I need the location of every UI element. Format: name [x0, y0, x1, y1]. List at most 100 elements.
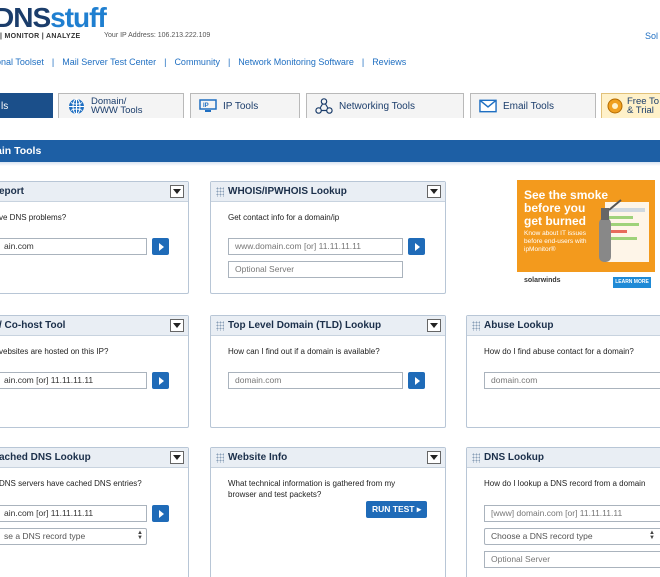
- run-test-button[interactable]: RUN TEST ▸: [366, 501, 428, 518]
- gear-icon: [606, 97, 624, 115]
- card-title: WHOIS/IPWHOIS Lookup: [228, 186, 347, 197]
- card-header: [0, 182, 188, 202]
- optional-server-input[interactable]: Optional Server: [484, 551, 660, 568]
- domain-input[interactable]: domain.com: [484, 372, 660, 389]
- logo-text: DNS: [0, 2, 51, 33]
- go-button[interactable]: [152, 238, 169, 255]
- card-menu-button[interactable]: [427, 319, 441, 332]
- chevron-down-icon: [173, 189, 181, 194]
- card-title: eport: [0, 186, 24, 197]
- domain-input[interactable]: ain.com: [0, 238, 147, 255]
- card-menu-button[interactable]: [170, 319, 184, 332]
- section-title: ain Tools: [0, 145, 42, 157]
- record-type-select[interactable]: se a DNS record type ▲ ▼: [0, 528, 147, 545]
- drag-handle-icon[interactable]: [472, 321, 480, 331]
- card-question: How do I find abuse contact for a domain…: [484, 347, 634, 356]
- card-question: Get contact info for a domain/ip: [228, 213, 340, 222]
- chevron-down-icon: [430, 323, 438, 328]
- nav-link-reviews[interactable]: Reviews: [372, 57, 406, 67]
- domain-ip-input[interactable]: ain.com [or] 11.11.11.11: [0, 505, 147, 522]
- domain-ip-input[interactable]: www.domain.com [or] 11.11.11.11: [228, 238, 403, 255]
- chevron-down-icon: [173, 455, 181, 460]
- section-title-bar: ain Tools: [0, 140, 660, 162]
- card-title: / Co-host Tool: [0, 320, 66, 331]
- go-button[interactable]: [152, 505, 169, 522]
- card-menu-button[interactable]: [170, 451, 184, 464]
- select-value: Choose a DNS record type: [491, 531, 593, 541]
- logo[interactable]: DNSstuff: [0, 2, 107, 34]
- card-question: What technical information is gathered f…: [228, 479, 396, 499]
- play-icon: ▸: [416, 504, 422, 514]
- card-menu-button[interactable]: [427, 185, 441, 198]
- drag-handle-icon[interactable]: [216, 321, 224, 331]
- go-button[interactable]: [408, 238, 425, 255]
- play-icon: [159, 242, 164, 251]
- card-dns-report: eport ve DNS problems? ain.com: [0, 181, 189, 294]
- card-title: DNS Lookup: [484, 452, 544, 463]
- tab-free-tools-trials[interactable]: Free To & Trial: [601, 93, 660, 118]
- card-abuse-lookup: Abuse Lookup How do I find abuse contact…: [466, 315, 660, 428]
- tab-networking-tools[interactable]: Networking Tools: [306, 93, 464, 118]
- card-cached-dns-lookup: ached DNS Lookup DNS servers have cached…: [0, 447, 189, 577]
- network-icon: [315, 97, 333, 115]
- nav-link-network-monitoring[interactable]: Network Monitoring Software: [238, 57, 354, 67]
- domain-input[interactable]: domain.com: [228, 372, 403, 389]
- nav-separator: |: [51, 57, 55, 67]
- logo-suffix: stuff: [50, 2, 107, 33]
- advertisement-banner[interactable]: See the smoke before you get burned Know a…: [517, 180, 655, 292]
- tab-ip-tools[interactable]: IP IP Tools: [190, 93, 300, 118]
- play-icon: [415, 376, 420, 385]
- card-title: Abuse Lookup: [484, 320, 554, 331]
- ad-brand: solarwinds: [524, 277, 561, 284]
- ad-learn-more-button[interactable]: LEARN MORE: [613, 277, 651, 288]
- drag-handle-icon[interactable]: [216, 187, 224, 197]
- top-nav: onal Toolset | Mail Server Test Center |…: [0, 57, 406, 67]
- card-menu-button[interactable]: [427, 451, 441, 464]
- drag-handle-icon[interactable]: [216, 453, 224, 463]
- tab-label: Email Tools: [503, 100, 554, 112]
- nav-separator: |: [164, 57, 167, 67]
- card-question: ve DNS problems?: [0, 213, 67, 222]
- select-value: se a DNS record type: [4, 531, 86, 541]
- optional-server-input[interactable]: Optional Server: [228, 261, 403, 278]
- top-right-link[interactable]: Sol: [645, 31, 658, 41]
- envelope-icon: [479, 97, 497, 115]
- go-button[interactable]: [152, 372, 169, 389]
- card-question: DNS servers have cached DNS entries?: [0, 479, 142, 488]
- card-question: How can I find out if a domain is availa…: [228, 347, 380, 356]
- tab-label: IP Tools: [223, 100, 259, 112]
- logo-tagline: | MONITOR | ANALYZE: [0, 33, 81, 40]
- drag-handle-icon[interactable]: [472, 453, 480, 463]
- record-type-select[interactable]: Choose a DNS record type ▲ ▼: [484, 528, 660, 545]
- tab-label: Free To & Trial: [627, 96, 660, 116]
- chevron-down-icon: [173, 323, 181, 328]
- go-button[interactable]: [408, 372, 425, 389]
- card-cohost-tool: / Co-host Tool vebsites are hosted on th…: [0, 315, 189, 428]
- domain-ip-input[interactable]: ain.com [or] 11.11.11.11: [0, 372, 147, 389]
- globe-icon: [67, 97, 85, 115]
- nav-separator: |: [361, 57, 365, 67]
- domain-ip-input[interactable]: [www] domain.com [or] 11.11.11.11: [484, 505, 660, 522]
- card-question: vebsites are hosted on this IP?: [0, 347, 109, 356]
- chevron-down-icon: [430, 455, 438, 460]
- ip-address-text: Your IP Address: 106.213.222.109: [104, 32, 211, 39]
- card-whois-lookup: WHOIS/IPWHOIS Lookup Get contact info fo…: [210, 181, 446, 294]
- tab-tools[interactable]: ls: [0, 93, 53, 118]
- card-title: Top Level Domain (TLD) Lookup: [228, 320, 382, 331]
- play-icon: [159, 509, 164, 518]
- nav-separator: |: [227, 57, 231, 67]
- nav-link-community[interactable]: Community: [174, 57, 220, 67]
- ip-icon: IP: [199, 97, 217, 115]
- card-title: ached DNS Lookup: [0, 452, 91, 463]
- tab-label: Domain/WWW Tools: [91, 96, 143, 116]
- card-website-info: Website Info What technical information …: [210, 447, 446, 577]
- tab-domain-www-tools[interactable]: Domain/WWW Tools: [58, 93, 184, 118]
- ad-body: Know about IT issues before end-users wi…: [524, 230, 587, 253]
- play-icon: [415, 242, 420, 251]
- tab-email-tools[interactable]: Email Tools: [470, 93, 596, 118]
- nav-link-mail-server[interactable]: Mail Server Test Center: [62, 57, 156, 67]
- card-menu-button[interactable]: [170, 185, 184, 198]
- chevron-down-icon: [430, 189, 438, 194]
- nav-link-toolset[interactable]: onal Toolset: [0, 57, 44, 67]
- section-bar-shadow: [0, 162, 660, 166]
